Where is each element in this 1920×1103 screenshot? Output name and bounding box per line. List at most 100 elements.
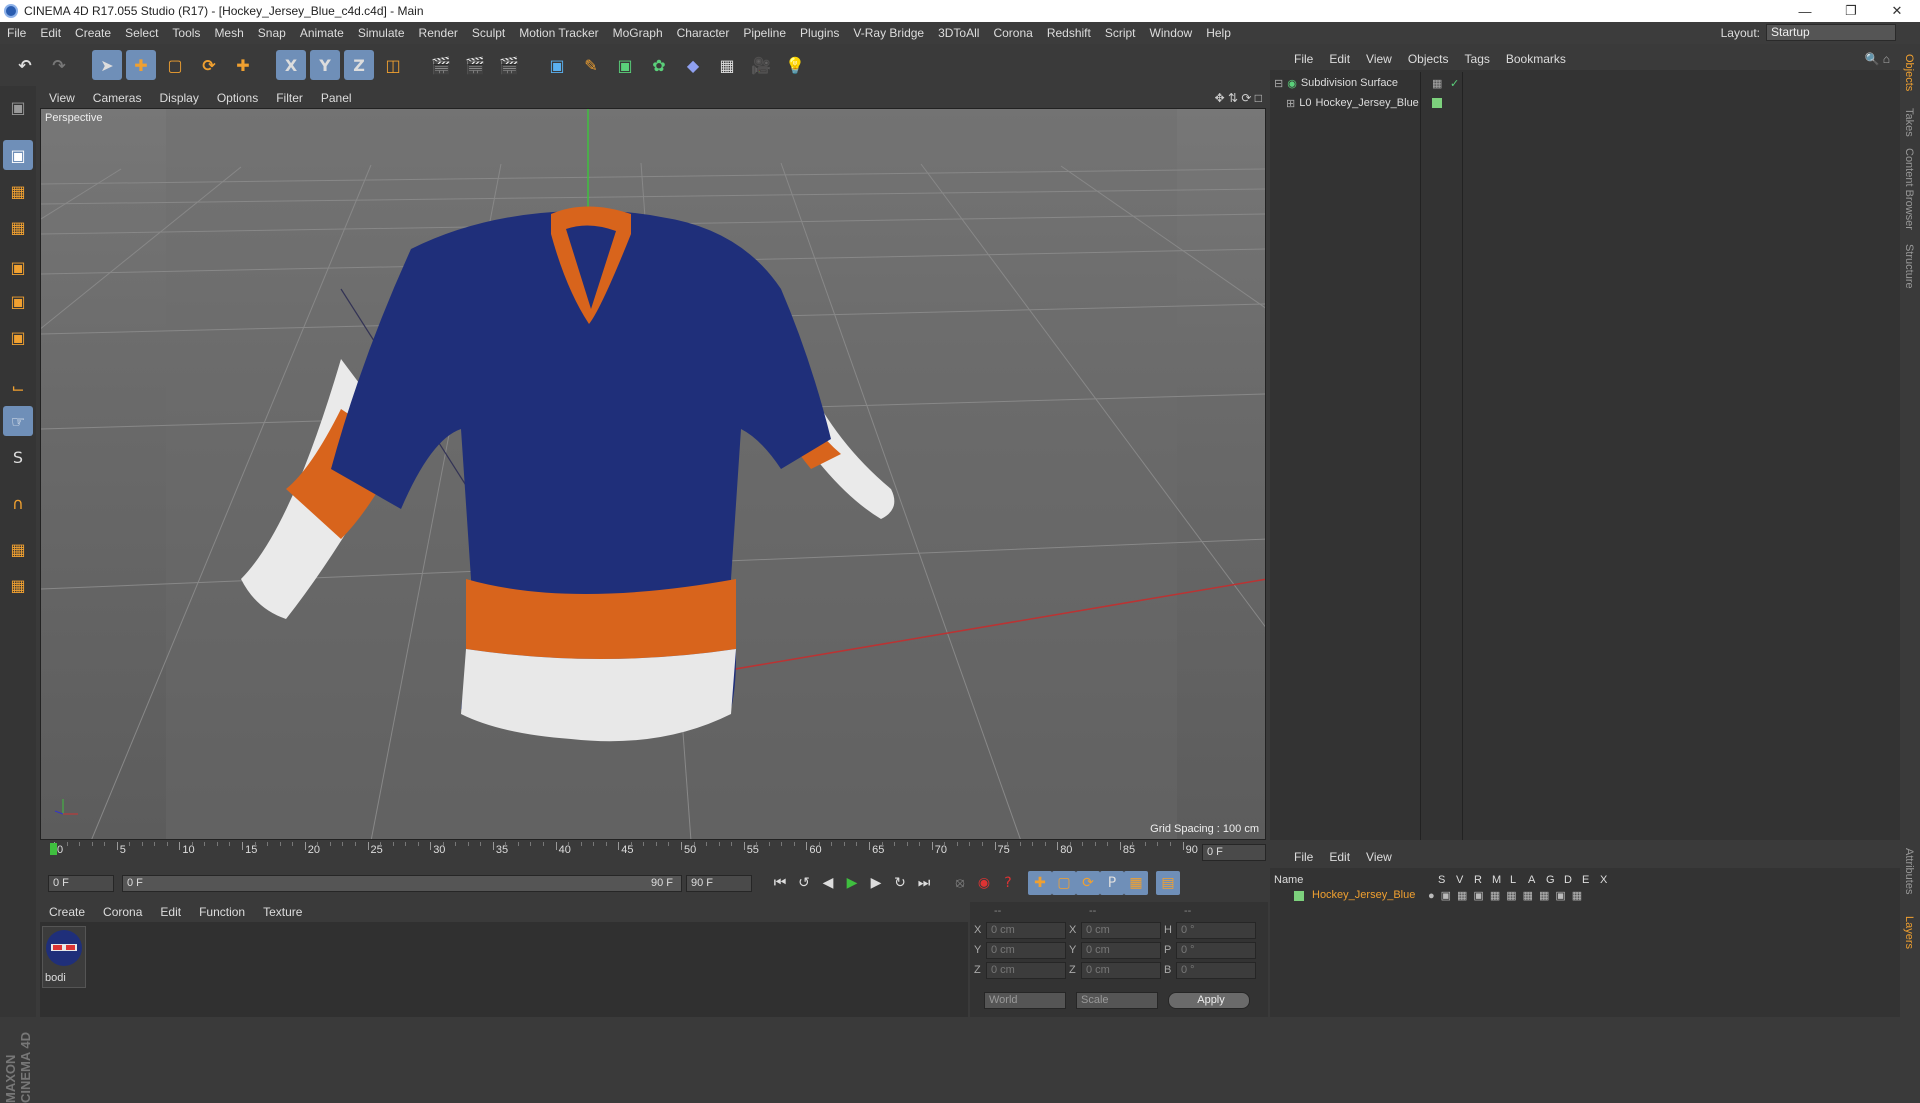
timeline-ruler[interactable]: 0 5 10 15 20 25 30 35 40 45 50 55 60 65 70 75 80 85 90 0 F [40, 842, 1268, 864]
layer-column-header[interactable]: L [1510, 874, 1516, 886]
object-row-subdivision[interactable]: ⊟ ◉ Subdivision Surface ▦ ✓ [1274, 74, 1459, 92]
layer-column-header[interactable]: S [1438, 874, 1445, 886]
coord-value-field[interactable]: 0 cm [986, 921, 1066, 939]
start-frame-field[interactable]: 0 F [48, 874, 114, 892]
camera-icon[interactable]: 🎥 [746, 50, 776, 80]
render-picture-viewer-icon[interactable]: 🎬 [460, 50, 490, 80]
undo-icon[interactable]: ↶ [10, 50, 40, 80]
obj-menu-objects[interactable]: Objects [1400, 52, 1457, 66]
move-tool-icon[interactable]: ✚ [126, 50, 156, 80]
render-view-icon[interactable]: 🎬 [426, 50, 456, 80]
menu-corona[interactable]: Corona [986, 26, 1039, 40]
make-editable-icon[interactable]: ▣ [3, 92, 33, 122]
menu-vray-bridge[interactable]: V-Ray Bridge [846, 26, 931, 40]
expand-icon[interactable]: ⊟ [1274, 77, 1283, 90]
menu-plugins[interactable]: Plugins [793, 26, 846, 40]
layer-column-header[interactable]: R [1474, 874, 1482, 886]
auto-key-icon[interactable]: ? [996, 871, 1020, 895]
record-disabled-icon[interactable]: ⦻ [948, 871, 972, 895]
redo-icon[interactable]: ↷ [44, 50, 74, 80]
enabled-check-icon[interactable]: ✓ [1450, 77, 1459, 90]
obj-menu-tags[interactable]: Tags [1457, 52, 1498, 66]
vp-menu-cameras[interactable]: Cameras [84, 91, 151, 105]
points-mode-icon[interactable]: ▣ [3, 252, 33, 282]
menu-snap[interactable]: Snap [251, 26, 293, 40]
scale-dropdown[interactable]: Scale [1076, 992, 1158, 1009]
tweak-mode-icon[interactable]: ☞ [3, 406, 33, 436]
soft-selection-icon[interactable]: ▦ [3, 570, 33, 600]
z-axis-lock-icon[interactable]: Z [344, 50, 374, 80]
vp-menu-display[interactable]: Display [150, 91, 207, 105]
layer-column-header[interactable]: X [1600, 874, 1607, 886]
select-tool-icon[interactable]: ➤ [92, 50, 122, 80]
x-axis-lock-icon[interactable]: X [276, 50, 306, 80]
obj-menu-edit[interactable]: Edit [1321, 52, 1358, 66]
layer-color-icon[interactable] [1294, 891, 1304, 901]
cloner-icon[interactable]: ✿ [644, 50, 674, 80]
rotate-tool-icon[interactable]: ⟳ [194, 50, 224, 80]
mat-menu-edit[interactable]: Edit [151, 905, 190, 919]
obj-menu-bookmarks[interactable]: Bookmarks [1498, 52, 1574, 66]
menu-help[interactable]: Help [1199, 26, 1238, 40]
workplane-lock-icon[interactable]: ▦ [3, 534, 33, 564]
mat-menu-function[interactable]: Function [190, 905, 254, 919]
floor-icon[interactable]: ▦ [712, 50, 742, 80]
end-frame-field[interactable]: 90 F [686, 874, 752, 892]
axis-mode-icon[interactable]: ⌙ [3, 372, 33, 402]
key-scale-icon[interactable]: ▢ [1052, 871, 1076, 895]
mat-menu-corona[interactable]: Corona [94, 905, 151, 919]
light-icon[interactable]: 💡 [780, 50, 810, 80]
menu-file[interactable]: File [0, 26, 33, 40]
menu-character[interactable]: Character [670, 26, 737, 40]
layer-column-header[interactable]: E [1582, 874, 1589, 886]
layer-name[interactable]: Hockey_Jersey_Blue [1312, 889, 1415, 901]
close-button[interactable]: ✕ [1874, 0, 1920, 22]
live-select-icon[interactable]: ✚ [228, 50, 258, 80]
coord-value-field[interactable]: 0 ° [1176, 961, 1256, 979]
obj-menu-view[interactable]: View [1358, 52, 1400, 66]
key-rotate-icon[interactable]: ⟳ [1076, 871, 1100, 895]
playhead[interactable] [50, 843, 57, 855]
layer-menu-view[interactable]: View [1358, 850, 1400, 864]
menu-edit[interactable]: Edit [33, 26, 68, 40]
tab-objects[interactable]: Objects [1903, 54, 1915, 91]
menu-window[interactable]: Window [1143, 26, 1200, 40]
viewport-nav-icons[interactable]: ✥ ⇅ ⟳ □ [1215, 91, 1262, 105]
layer-row[interactable]: Hockey_Jersey_Blue ●▣▦▣▦▦▦▦▣▦ [1270, 888, 1900, 904]
magnet-icon[interactable]: ∩ [3, 488, 33, 518]
layout-dropdown[interactable]: Startup [1766, 24, 1896, 41]
model-mode-icon[interactable]: ▣ [3, 140, 33, 170]
layer-column-header[interactable]: Name [1274, 874, 1303, 886]
render-settings-icon[interactable]: 🎬 [494, 50, 524, 80]
snap-icon[interactable]: S [3, 442, 33, 472]
search-icon[interactable]: 🔍 ⌂ [1864, 52, 1890, 66]
go-to-end-icon[interactable]: ⏭ [912, 871, 936, 895]
coord-value-field[interactable]: 0 cm [986, 941, 1066, 959]
layer-menu-file[interactable]: File [1286, 850, 1321, 864]
layer-flags-icons[interactable]: ●▣▦▣▦▦▦▦▣▦ [1428, 889, 1588, 902]
material-swatch[interactable]: bodi [42, 926, 86, 988]
layer-color-icon[interactable] [1432, 98, 1442, 108]
menu-3dtoall[interactable]: 3DToAll [931, 26, 986, 40]
tab-content-browser[interactable]: Content Browser [1903, 148, 1915, 230]
layer-column-header[interactable]: M [1492, 874, 1501, 886]
tab-attributes[interactable]: Attributes [1903, 848, 1915, 894]
prev-key-icon[interactable]: ↺ [792, 871, 816, 895]
world-dropdown[interactable]: World [984, 992, 1066, 1009]
object-name[interactable]: Subdivision Surface [1301, 77, 1398, 89]
object-row-jersey[interactable]: ⊞ L0 Hockey_Jersey_Blue [1286, 94, 1442, 112]
menu-sculpt[interactable]: Sculpt [465, 26, 512, 40]
layer-column-header[interactable]: G [1546, 874, 1555, 886]
coord-value-field[interactable]: 0 cm [986, 961, 1066, 979]
key-pla-icon[interactable]: ▦ [1124, 871, 1148, 895]
menu-create[interactable]: Create [68, 26, 118, 40]
coord-value-field[interactable]: 0 ° [1176, 921, 1256, 939]
subdivision-icon[interactable]: ▣ [610, 50, 640, 80]
vp-menu-panel[interactable]: Panel [312, 91, 361, 105]
minimize-button[interactable]: — [1782, 0, 1828, 22]
layer-column-header[interactable]: D [1564, 874, 1572, 886]
step-forward-icon[interactable]: ▶ [864, 871, 888, 895]
apply-button[interactable]: Apply [1168, 992, 1250, 1009]
menu-mesh[interactable]: Mesh [207, 26, 250, 40]
menu-select[interactable]: Select [118, 26, 165, 40]
